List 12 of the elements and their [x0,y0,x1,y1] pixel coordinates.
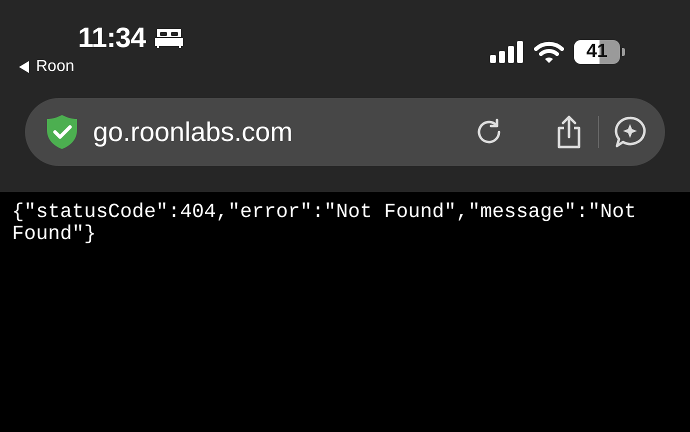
json-response-text: {"statusCode":404,"error":"Not Found","message":"Not Found"} [11,200,638,248]
clock-time: 11:34 [78,22,146,54]
wifi-icon [534,41,564,63]
shield-check-icon [45,114,79,150]
url-text: go.roonlabs.com [93,116,294,148]
back-to-app-link[interactable]: Roon [18,58,184,76]
signal-icon [490,41,524,63]
bed-icon [154,27,184,49]
address-bar[interactable]: go.roonlabs.com [25,98,665,166]
battery-indicator: 41 [574,40,625,64]
sparkle-chat-icon[interactable] [613,115,647,149]
back-icon [18,61,30,73]
